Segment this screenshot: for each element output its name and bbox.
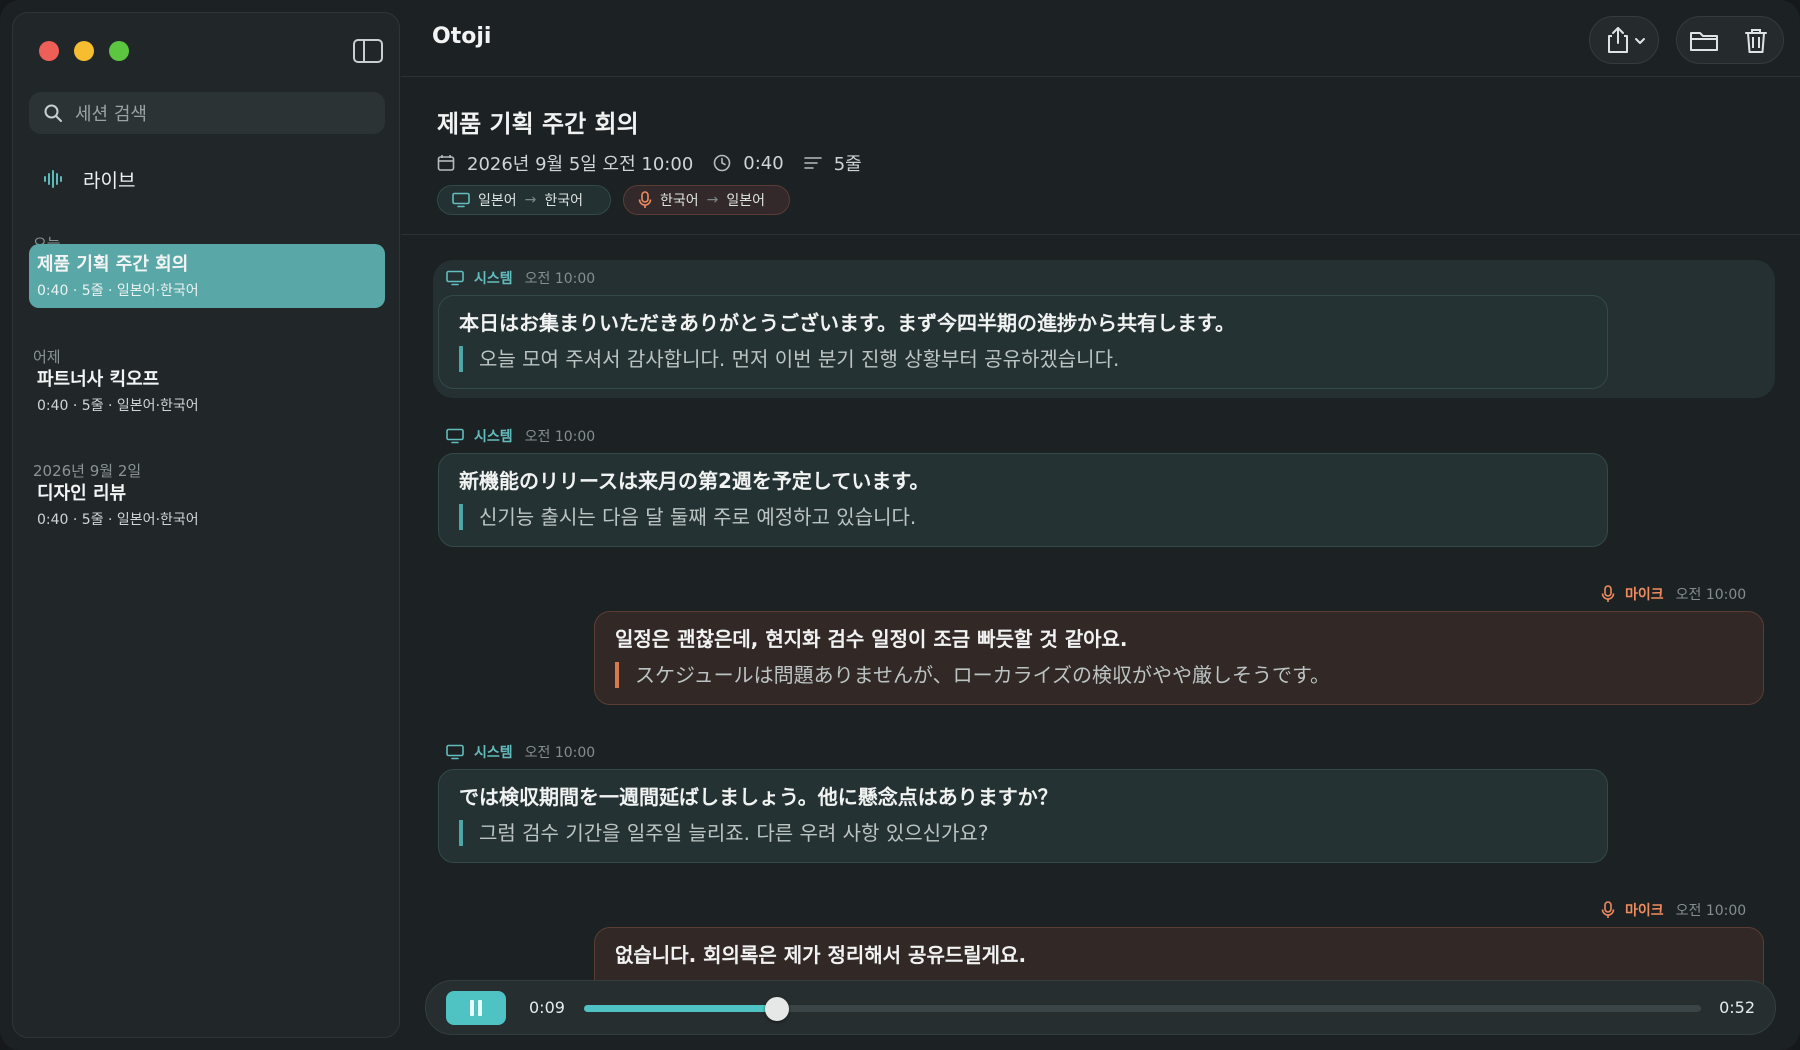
live-label: 라이브 xyxy=(83,169,136,192)
message-original: 일정은 괜찮은데, 현지화 검수 일정이 조금 빠듯할 것 같아요. xyxy=(615,627,1128,651)
session-title: 파트너사 킥오프 xyxy=(37,369,160,390)
message-bubble[interactable]: 本日はお集まりいただきありがとうございます。まず今四半期の進捗から共有します。 … xyxy=(438,295,1608,389)
app-title: Otoji xyxy=(432,24,492,49)
message-speaker: 시스템 xyxy=(474,271,513,287)
search-input[interactable] xyxy=(73,92,377,136)
message-bubble[interactable]: 新機能のリリースは来月の第2週を予定しています。 신기능 출시는 다음 달 둘째… xyxy=(438,453,1608,547)
calendar-icon xyxy=(437,155,455,171)
message-header: 시스템 오전 10:00 xyxy=(446,426,595,446)
message-original: では検収期間を一週間延ばしましょう。他に懸念点はありますか？ xyxy=(459,785,1058,809)
session-title: 제품 기획 주간 회의 xyxy=(37,254,189,275)
message-speaker: 시스템 xyxy=(474,745,513,761)
audio-player: 0:09 0:52 xyxy=(425,980,1776,1035)
content-divider xyxy=(401,234,1800,235)
arrow-right-icon: → xyxy=(524,192,537,208)
message-time: 오전 10:00 xyxy=(524,745,596,761)
session-meta: 0:40 · 5줄 · 일본어·한국어 xyxy=(37,283,199,299)
message-time: 오전 10:00 xyxy=(1675,587,1747,603)
arrow-right-icon: → xyxy=(706,192,719,208)
chevron-down-icon xyxy=(1635,38,1645,44)
main-panel: Otoji 제품 기획 주간 회의 2026년 9월 5일 오전 10:00 0… xyxy=(401,0,1800,1050)
message-bubble[interactable]: 일정은 괜찮은데, 현지화 검수 일정이 조금 빠듯할 것 같아요. スケジュー… xyxy=(594,611,1764,705)
sidebar-toggle-icon[interactable] xyxy=(353,39,383,63)
clock-icon xyxy=(713,154,731,172)
session-heading: 제품 기획 주간 회의 xyxy=(437,110,639,138)
current-time: 0:09 xyxy=(529,998,565,1017)
app-window: 라이브 오늘 제품 기획 주간 회의 0:40 · 5줄 · 일본어·한국어 어… xyxy=(0,0,1800,1050)
session-meta: 0:40 · 5줄 · 일본어·한국어 xyxy=(37,512,199,528)
session-item-design-review[interactable]: 디자인 리뷰 0:40 · 5줄 · 일본어·한국어 xyxy=(29,473,385,537)
search-box xyxy=(29,92,385,136)
message-header: 마이크 오전 10:00 xyxy=(1601,900,1746,920)
trash-icon[interactable] xyxy=(1743,27,1769,55)
message-time: 오전 10:00 xyxy=(524,429,596,445)
mic-icon xyxy=(638,191,652,208)
message-speaker: 마이크 xyxy=(1625,587,1664,603)
progress-slider[interactable] xyxy=(584,997,1701,1021)
message-header: 시스템 오전 10:00 xyxy=(446,268,595,288)
progress-fill xyxy=(584,1005,778,1012)
chip-from: 일본어 xyxy=(478,193,517,209)
message-original: 本日はお集まりいただきありがとうございます。まず今四半期の進捗から共有します。 xyxy=(459,311,1235,335)
chip-from: 한국어 xyxy=(660,193,699,209)
session-date: 2026년 9월 5일 오전 10:00 xyxy=(467,154,694,175)
header-divider xyxy=(401,76,1800,77)
monitor-icon xyxy=(446,270,464,286)
message-time: 오전 10:00 xyxy=(524,271,596,287)
language-chip-system: 일본어 → 한국어 xyxy=(437,185,611,215)
message-original: 新機能のリリースは来月の第2週を予定しています。 xyxy=(459,469,930,493)
progress-thumb[interactable] xyxy=(765,997,790,1021)
message-speaker: 시스템 xyxy=(474,429,513,445)
chip-to: 한국어 xyxy=(544,193,584,209)
toolbar-group xyxy=(1676,16,1784,64)
monitor-icon xyxy=(446,428,464,444)
share-icon xyxy=(1608,27,1628,53)
lines-icon xyxy=(803,157,822,169)
search-icon xyxy=(44,104,62,122)
session-line-count: 5줄 xyxy=(833,154,862,175)
sidebar: 라이브 오늘 제품 기획 주간 회의 0:40 · 5줄 · 일본어·한국어 어… xyxy=(12,12,400,1038)
mic-icon xyxy=(1601,585,1615,602)
sidebar-item-live[interactable]: 라이브 xyxy=(29,159,385,199)
share-button[interactable] xyxy=(1589,16,1659,64)
session-meta: 0:40 · 5줄 · 일본어·한국어 xyxy=(37,398,199,414)
mic-icon xyxy=(1601,901,1615,918)
message-translation: 그럼 검수 기간을 일주일 늘리죠. 다른 우려 사항 있으신가요? xyxy=(459,820,1587,846)
chip-to: 일본어 xyxy=(726,193,766,209)
session-title: 디자인 리뷰 xyxy=(37,483,127,504)
monitor-icon xyxy=(452,192,470,208)
message-translation: 신기능 출시는 다음 달 둘째 주로 예정하고 있습니다. xyxy=(459,504,1587,530)
message-bubble[interactable]: では検収期間を一週間延ばしましょう。他に懸念点はありますか？ 그럼 검수 기간을… xyxy=(438,769,1608,863)
monitor-icon xyxy=(446,744,464,760)
total-time: 0:52 xyxy=(1719,998,1755,1017)
message-translation: 오늘 모여 주셔서 감사합니다. 먼저 이번 분기 진행 상황부터 공유하겠습니… xyxy=(459,346,1587,372)
message-header: 마이크 오전 10:00 xyxy=(1601,584,1746,604)
window-maximize-button[interactable] xyxy=(109,41,129,61)
message-speaker: 마이크 xyxy=(1625,903,1664,919)
session-duration: 0:40 xyxy=(743,152,784,174)
window-close-button[interactable] xyxy=(39,41,59,61)
session-item-product-weekly[interactable]: 제품 기획 주간 회의 0:40 · 5줄 · 일본어·한국어 xyxy=(29,244,385,308)
session-item-partner-kickoff[interactable]: 파트너사 킥오프 0:40 · 5줄 · 일본어·한국어 xyxy=(29,359,385,423)
window-minimize-button[interactable] xyxy=(74,41,94,61)
language-chip-mic: 한국어 → 일본어 xyxy=(623,185,790,215)
session-meta-row: 2026년 9월 5일 오전 10:00 0:40 5줄 xyxy=(437,150,862,176)
message-header: 시스템 오전 10:00 xyxy=(446,742,595,762)
message-translation: スケジュールは問題ありませんが、ローカライズの検収がやや厳しそうです。 xyxy=(615,662,1743,688)
message-original: 없습니다. 회의록은 제가 정리해서 공유드릴게요. xyxy=(615,943,1027,967)
waveform-icon xyxy=(44,170,62,188)
folder-icon[interactable] xyxy=(1689,29,1719,53)
pause-button[interactable] xyxy=(446,991,506,1025)
message-time: 오전 10:00 xyxy=(1675,903,1747,919)
